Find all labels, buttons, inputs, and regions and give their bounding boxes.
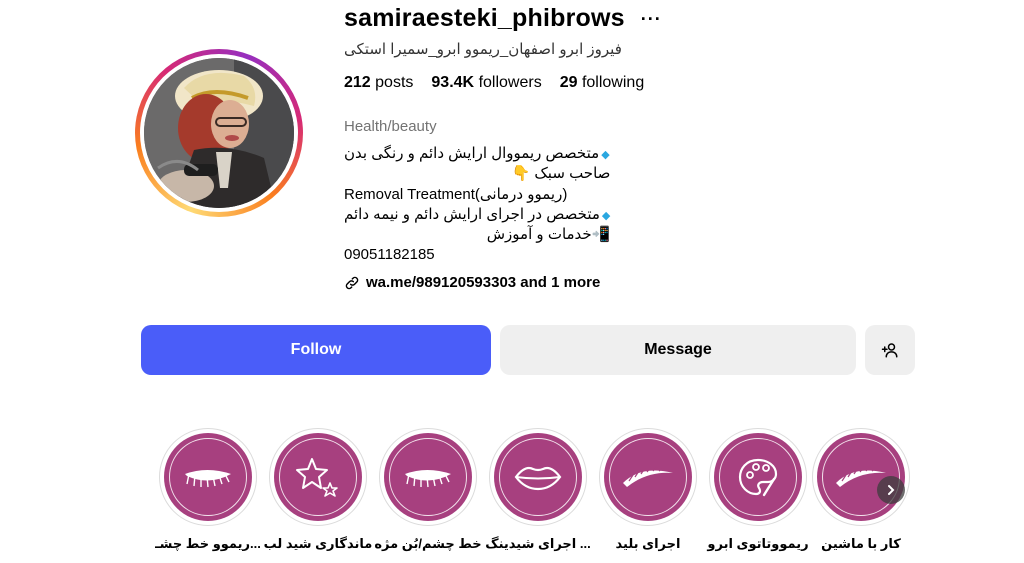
chevron-right-icon <box>888 485 895 495</box>
highlight-ring <box>599 428 697 526</box>
highlight-label: خط چشم/بُن مژه <box>374 536 482 551</box>
highlight-label: ریموو خط چشـ... <box>155 536 261 551</box>
posts-count: 212 <box>344 74 371 91</box>
lips-icon <box>514 466 562 491</box>
add-user-icon <box>881 343 898 358</box>
highlight-label: اجرای شیدینگ ... <box>485 536 591 551</box>
avatar[interactable] <box>144 58 294 208</box>
eyebrow-icon <box>623 466 673 487</box>
highlight-label: ماندگاری شید لب <box>263 536 373 551</box>
bio-line: 📲خدمات و آموزش <box>486 226 611 244</box>
username: samiraesteki_phibrows <box>344 4 625 32</box>
highlight-cover <box>384 433 472 521</box>
highlight-item[interactable]: ماندگاری شید لب <box>263 428 373 552</box>
bio-line-text: متخصص در اجرای ارایش دائم و نیمه دائم <box>344 205 600 223</box>
highlight-ring <box>379 428 477 526</box>
stars-icon <box>296 458 338 497</box>
highlight-label: کار با ماشین <box>821 536 901 551</box>
following-count: 29 <box>559 74 578 91</box>
highlight-cover <box>274 433 362 521</box>
message-button[interactable]: Message <box>500 325 856 375</box>
highlights-next-button[interactable] <box>877 476 905 504</box>
avatar-photo-illustration <box>144 58 294 208</box>
story-highlights: کار با ماشین ریمووتاتوی ابرو اجرای بلید <box>0 428 1024 563</box>
follow-button[interactable]: Follow <box>141 325 491 375</box>
posts-label: posts <box>375 74 414 91</box>
followers-stat[interactable]: 93.4K followers <box>431 74 541 92</box>
username-row: samiraesteki_phibrows ··· <box>344 4 662 33</box>
posts-stat: 212 posts <box>344 74 413 92</box>
highlight-item[interactable]: خط چشم/بُن مژه <box>373 428 483 552</box>
diamond-icon <box>599 145 609 162</box>
followers-label: followers <box>478 74 542 91</box>
highlight-item[interactable]: اجرای شیدینگ ... <box>483 428 593 552</box>
avatar-border <box>140 54 298 212</box>
highlight-cover <box>164 433 252 521</box>
following-stat[interactable]: 29 following <box>560 74 645 92</box>
highlight-ring <box>269 428 367 526</box>
highlight-cover <box>604 433 692 521</box>
category-label: Health/beauty <box>344 118 437 135</box>
highlight-ring <box>709 428 807 526</box>
highlight-ring <box>159 428 257 526</box>
full-name: فیروز ابرو اصفهان_ریموو ابرو_سمیرا استکی <box>344 41 622 58</box>
bio-line: Removal Treatment(ریموو درمانی) <box>344 185 568 203</box>
bio: متخصص ریمووال ارایش دائم و رنگی بدن صاحب… <box>344 144 610 266</box>
suggested-users-button[interactable] <box>865 325 915 375</box>
eyelash-icon <box>405 470 451 488</box>
highlight-label: اجرای بلید <box>615 536 681 551</box>
bio-line: صاحب سبک 👇 <box>511 165 611 183</box>
highlight-item[interactable]: ریموو خط چشـ... <box>153 428 263 552</box>
highlight-ring <box>489 428 587 526</box>
link-text: wa.me/989120593303 and 1 more <box>366 274 601 291</box>
diamond-icon <box>600 206 610 223</box>
highlight-label: ریمووتاتوی ابرو <box>707 536 809 551</box>
bio-phone: 09051182185 <box>344 246 435 264</box>
followers-count: 93.4K <box>431 74 475 91</box>
bio-line: متخصص در اجرای ارایش دائم و نیمه دائم <box>344 205 610 225</box>
bio-line: متخصص ریمووال ارایش دائم و رنگی بدن <box>344 144 610 164</box>
profile-avatar-ring[interactable] <box>135 49 303 217</box>
highlight-item[interactable]: ریمووتاتوی ابرو <box>703 428 813 552</box>
eyelash-icon <box>185 470 231 488</box>
link-icon <box>345 276 359 289</box>
highlight-cover <box>714 433 802 521</box>
palette-icon <box>738 458 778 497</box>
highlight-item[interactable]: اجرای بلید <box>593 428 703 552</box>
following-label: following <box>581 74 645 91</box>
highlight-cover <box>494 433 582 521</box>
more-options-icon[interactable]: ··· <box>641 10 662 28</box>
profile-stats: 212 posts 93.4K followers 29 following <box>344 74 644 92</box>
external-link[interactable]: wa.me/989120593303 and 1 more <box>344 274 600 291</box>
bio-line-text: متخصص ریمووال ارایش دائم و رنگی بدن <box>344 145 600 162</box>
